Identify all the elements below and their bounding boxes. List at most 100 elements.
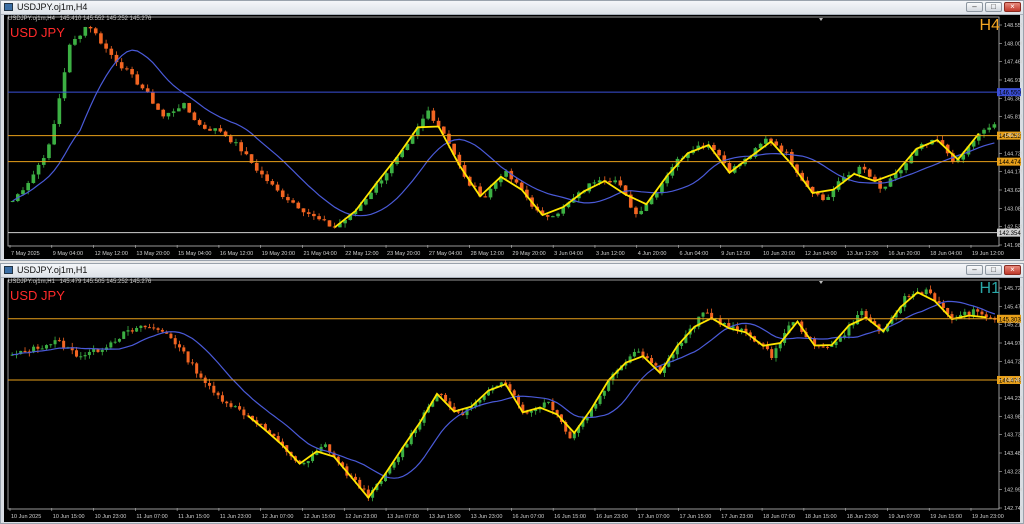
candle-body — [139, 325, 143, 328]
price-tick-label: 145.270 — [1004, 133, 1022, 139]
price-tick-label: 146.365 — [1004, 96, 1022, 102]
price-tick-label: 144.725 — [1004, 359, 1022, 365]
candle-body — [52, 124, 56, 145]
time-tick-label: 9 May 04:00 — [53, 251, 83, 257]
candle-body — [234, 142, 238, 144]
candle-body — [525, 412, 529, 414]
candle-body — [941, 303, 945, 308]
candle-body — [764, 138, 768, 144]
candle-body — [883, 186, 888, 189]
candle-body — [100, 349, 104, 352]
candle-body — [213, 128, 218, 131]
close-button[interactable]: × — [1004, 2, 1021, 12]
time-tick-label: 19 Jun 07:00 — [888, 514, 920, 520]
time-tick-label: 13 May 20:00 — [136, 251, 169, 257]
candle-body — [306, 461, 310, 464]
chart-window-icon — [4, 266, 13, 274]
candle-body — [156, 103, 160, 110]
candle-body — [862, 166, 867, 170]
candle-body — [765, 345, 769, 350]
candle-body — [260, 170, 264, 175]
maximize-button[interactable]: □ — [985, 265, 1002, 275]
price-tick-label: 145.470 — [1004, 304, 1022, 310]
time-tick-label: 13 Jun 07:00 — [387, 514, 419, 520]
candle-body — [135, 74, 140, 85]
price-tick-label: 143.980 — [1004, 414, 1022, 420]
time-tick-label: 27 May 04:00 — [429, 251, 462, 257]
info-ohlc: 145.410 145.552 145.252 145.276 — [59, 16, 152, 22]
time-tick-label: 11 Jun 15:00 — [178, 514, 209, 520]
time-tick-label: 11 Jun 23:00 — [220, 514, 251, 520]
candle-body — [125, 68, 129, 70]
candle-body — [644, 204, 649, 211]
candle-body — [208, 128, 212, 131]
time-tick-label: 18 Jun 15:00 — [805, 514, 837, 520]
candle-body — [228, 136, 233, 143]
candle-body — [322, 219, 327, 221]
candle-body — [888, 178, 893, 187]
chart-window-icon — [4, 3, 13, 11]
candle-body — [645, 356, 649, 359]
minimize-button[interactable]: – — [966, 2, 983, 12]
candle-body — [254, 162, 259, 171]
chart-canvas: 145.303144.474145.720145.470145.215144.9… — [7, 279, 1022, 520]
time-tick-label: 28 May 12:00 — [471, 251, 504, 257]
price-tick-label: 145.815 — [1004, 115, 1022, 121]
time-tick-label: 17 Jun 07:00 — [638, 514, 670, 520]
candle-body — [296, 202, 301, 209]
candle-body — [67, 44, 72, 73]
candle-body — [83, 26, 88, 36]
price-tick-label: 141.985 — [1004, 243, 1022, 249]
maximize-button[interactable]: □ — [985, 2, 1002, 12]
price-tick-label: 144.975 — [1004, 341, 1022, 347]
candle-body — [225, 401, 229, 404]
time-tick-label: 12 Jun 15:00 — [303, 514, 335, 520]
candle-body — [192, 112, 197, 121]
time-tick-label: 16 Jun 07:00 — [512, 514, 544, 520]
candle-body — [327, 220, 332, 227]
time-tick-label: 3 Jun 12:00 — [596, 251, 625, 257]
candle-body — [770, 349, 774, 358]
candle-body — [821, 346, 825, 348]
candle-body — [556, 213, 560, 217]
level-price-label: 144.474 — [999, 160, 1021, 166]
candle-body — [774, 348, 778, 358]
candle-body — [229, 403, 233, 407]
candle-body — [592, 182, 597, 184]
candle-body — [195, 363, 199, 374]
chart-window-h1[interactable]: USDJPY.oj1m,H1 – □ × 145.303 144.474 145.7… — [0, 263, 1024, 524]
price-chart-h4[interactable]: 146.550 145.252 144.474 142.354 148.555 148.0… — [4, 15, 1022, 259]
candle-body — [119, 62, 124, 69]
candle-body — [825, 346, 829, 348]
price-chart-h1[interactable]: 145.303 144.474 145.720 145.470 145.215 144.9… — [4, 278, 1022, 522]
candle-body — [161, 109, 166, 117]
close-button[interactable]: × — [1004, 265, 1021, 275]
time-tick-label: 10 Jun 15:00 — [53, 514, 85, 520]
candle-body — [199, 373, 203, 378]
candle-body — [907, 296, 911, 298]
candle-body — [270, 181, 275, 185]
minimize-button[interactable]: – — [966, 265, 983, 275]
level-price-label: 142.354 — [999, 231, 1021, 237]
price-tick-label: 142.535 — [1004, 225, 1022, 231]
info-symbol: USDJPY.oj1m,H4 — [8, 16, 55, 22]
candle-body — [238, 406, 242, 410]
candle-body — [928, 289, 932, 294]
candle-body — [242, 409, 246, 416]
price-tick-label: 143.620 — [1004, 188, 1022, 194]
price-tick-label: 144.175 — [1004, 170, 1022, 176]
candle-body — [62, 340, 66, 348]
window-titlebar[interactable]: USDJPY.oj1m,H1 – □ × — [1, 264, 1023, 278]
window-titlebar[interactable]: USDJPY.oj1m,H4 – □ × — [1, 1, 1023, 15]
time-tick-label: 19 Jun 15:00 — [930, 514, 962, 520]
time-tick-label: 18 Jun 07:00 — [763, 514, 795, 520]
candle-body — [439, 393, 443, 395]
candle-body — [57, 340, 61, 342]
time-tick-label: 6 Jun 04:00 — [680, 251, 709, 257]
time-tick-label: 12 Jun 04:00 — [805, 251, 837, 257]
candle-body — [838, 337, 842, 342]
chart-window-h4[interactable]: USDJPY.oj1m,H4 – □ × 146.550 145.252 144.4… — [0, 0, 1024, 261]
candle-body — [190, 362, 194, 364]
candle-body — [122, 331, 126, 339]
candle-body — [202, 124, 207, 129]
